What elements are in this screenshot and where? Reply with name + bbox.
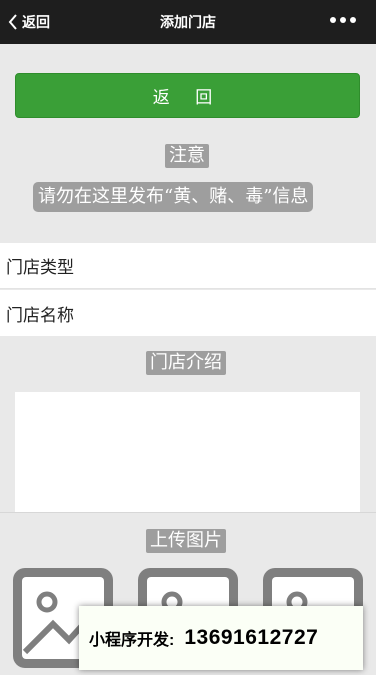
more-dot-icon xyxy=(330,17,336,23)
promo-label: 小程序开发: xyxy=(89,632,175,649)
promo-phone: 13691612727 xyxy=(184,626,319,649)
divider xyxy=(0,512,376,513)
store-intro-textarea[interactable] xyxy=(15,392,360,512)
page-title: 添加门店 xyxy=(160,14,216,30)
notice-title: 注意 xyxy=(165,144,209,168)
store-name-placeholder: 门店名称 xyxy=(6,305,74,326)
store-name-input[interactable]: 门店名称 xyxy=(0,290,376,336)
chevron-left-icon xyxy=(8,14,17,30)
more-dot-icon xyxy=(340,17,346,23)
promo-banner: 小程序开发: 13691612727 xyxy=(79,606,363,670)
store-type-placeholder: 门店类型 xyxy=(6,258,74,278)
more-menu-button[interactable] xyxy=(330,17,356,23)
back-button[interactable]: 返 回 xyxy=(15,73,360,118)
store-type-field[interactable]: 门店类型 xyxy=(0,243,376,289)
navigation-bar: 返回 添加门店 xyxy=(0,0,376,44)
store-intro-title: 门店介绍 xyxy=(146,351,226,375)
nav-back-button[interactable]: 返回 xyxy=(8,0,50,44)
more-dot-icon xyxy=(350,17,356,23)
nav-back-label: 返回 xyxy=(22,14,50,30)
notice-text: 请勿在这里发布“黄、赌、毒”信息 xyxy=(33,182,314,212)
upload-images-title: 上传图片 xyxy=(146,529,226,553)
